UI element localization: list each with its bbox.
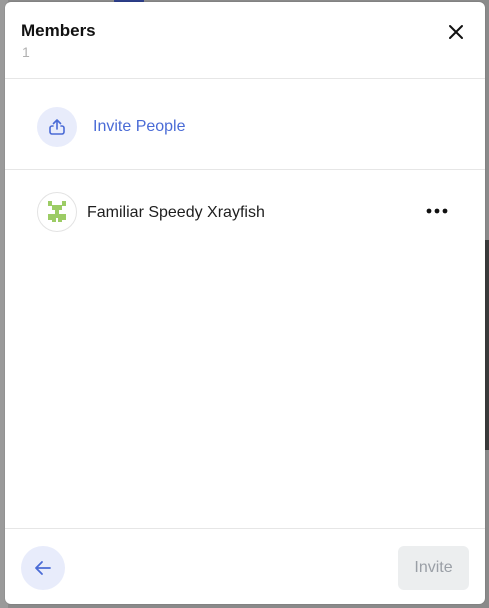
member-list-item: Familiar Speedy Xrayfish <box>5 170 485 256</box>
invite-submit-button[interactable]: Invite <box>398 546 469 590</box>
member-avatar <box>37 192 77 232</box>
back-button[interactable] <box>21 546 65 590</box>
invite-people-row[interactable]: Invite People <box>5 79 485 170</box>
member-name: Familiar Speedy Xrayfish <box>87 204 265 221</box>
arrow-left-icon <box>35 561 51 575</box>
member-count: 1 <box>22 44 30 60</box>
members-dialog: Members 1 Invite People Familiar Speedy … <box>5 2 485 604</box>
dialog-title: Members <box>21 21 96 40</box>
identicon-avatar-icon <box>48 201 66 222</box>
close-button[interactable] <box>445 21 467 43</box>
dialog-footer: Invite <box>5 528 485 604</box>
share-upload-icon <box>49 119 65 135</box>
more-horizontal-icon <box>426 208 448 214</box>
invite-icon-button[interactable] <box>37 107 77 147</box>
invite-people-link[interactable]: Invite People <box>93 118 186 136</box>
member-options-button[interactable] <box>423 200 451 222</box>
dialog-header: Members 1 <box>5 2 485 79</box>
close-icon <box>449 25 463 39</box>
